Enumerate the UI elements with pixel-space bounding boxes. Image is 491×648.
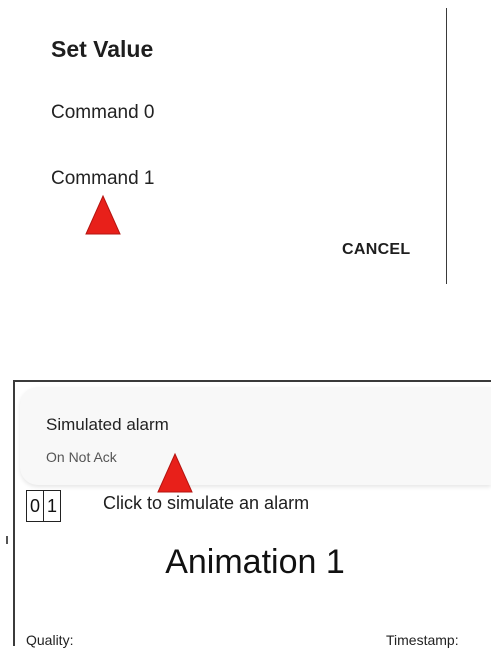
alarm-notification[interactable] <box>20 387 491 485</box>
animation-title: Animation 1 <box>165 543 345 581</box>
pointer-marker-icon <box>84 194 122 236</box>
pointer-marker-icon <box>156 452 194 494</box>
dialog-divider <box>446 8 447 284</box>
digit-box-1: 1 <box>43 490 61 522</box>
notification-title: Simulated alarm <box>46 415 169 434</box>
cancel-button[interactable]: CANCEL <box>342 241 410 259</box>
simulate-alarm-button[interactable]: Click to simulate an alarm <box>103 493 309 514</box>
notification-body: On Not Ack <box>46 449 117 465</box>
command-1-option[interactable]: Command 1 <box>51 168 155 190</box>
dialog-title: Set Value <box>51 36 154 62</box>
timestamp-label: Timestamp: <box>386 632 459 648</box>
quality-label: Quality: <box>26 632 74 648</box>
command-0-option[interactable]: Command 0 <box>51 102 155 124</box>
digit-box-0: 0 <box>26 490 43 522</box>
